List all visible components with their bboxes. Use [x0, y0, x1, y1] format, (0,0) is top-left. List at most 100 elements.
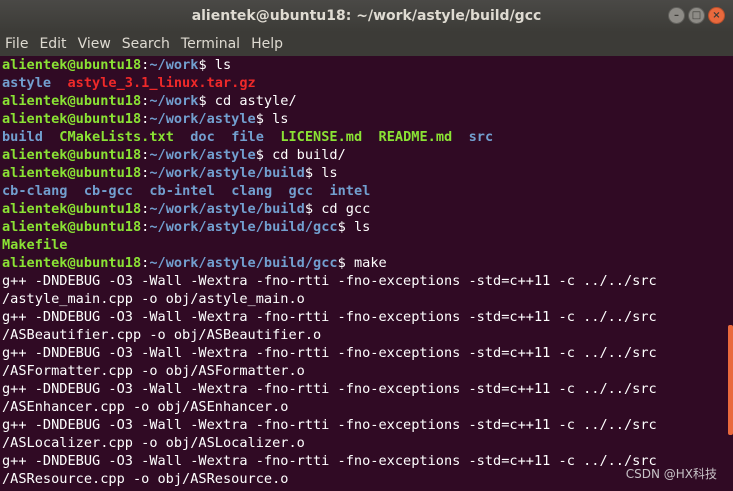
prompt-user-host: alientek@ubuntu18: [2, 165, 142, 181]
directory-entry: astyle: [2, 75, 52, 91]
directory-entry: file: [231, 129, 264, 145]
archive-entry: astyle_3.1_linux.tar.gz: [67, 75, 256, 91]
directory-entry: src: [468, 129, 494, 145]
terminal-text: $ make: [337, 255, 387, 271]
scrollbar-thumb[interactable]: [728, 325, 733, 435]
prompt-user-host: alientek@ubuntu18: [2, 93, 142, 109]
prompt-user-host: alientek@ubuntu18: [2, 147, 142, 163]
prompt-path: ~/work: [149, 57, 199, 73]
terminal-line: Makefile: [2, 236, 731, 254]
prompt-user-host: alientek@ubuntu18: [2, 219, 142, 235]
terminal-text: g++ -DNDEBUG -O3 -Wall -Wextra -fno-rtti…: [2, 381, 657, 397]
terminal-line: g++ -DNDEBUG -O3 -Wall -Wextra -fno-rtti…: [2, 380, 731, 398]
terminal-line: alientek@ubuntu18:~/work/astyle/build/gc…: [2, 218, 731, 236]
terminal-text: g++ -DNDEBUG -O3 -Wall -Wextra -fno-rtti…: [2, 453, 657, 469]
terminal-line: /ASBeautifier.cpp -o obj/ASBeautifier.o: [2, 326, 731, 344]
prompt-user-host: alientek@ubuntu18: [2, 255, 142, 271]
prompt-user-host: alientek@ubuntu18: [2, 201, 142, 217]
terminal-text: /ASBeautifier.cpp -o obj/ASBeautifier.o: [2, 327, 322, 343]
menu-edit[interactable]: Edit: [39, 36, 66, 52]
terminal-text: /ASEnhancer.cpp -o obj/ASEnhancer.o: [2, 399, 289, 415]
menu-bar: File Edit View Search Terminal Help: [0, 32, 733, 56]
terminal-line: alientek@ubuntu18:~/work$ ls: [2, 56, 731, 74]
menu-file[interactable]: File: [5, 36, 28, 52]
prompt-path: ~/work/astyle/build: [149, 165, 305, 181]
terminal-text: $ ls: [304, 165, 338, 181]
terminal-line: g++ -DNDEBUG -O3 -Wall -Wextra -fno-rtti…: [2, 272, 731, 290]
prompt-path: ~/work/astyle/build/gcc: [149, 219, 338, 235]
terminal-line: cb-clang cb-gcc cb-intel clang gcc intel: [2, 182, 731, 200]
directory-entry: intel: [329, 183, 371, 199]
file-entry: README.md: [378, 129, 453, 145]
terminal-line: alientek@ubuntu18:~/work/astyle/build$ l…: [2, 164, 731, 182]
terminal-text: /ASFormatter.cpp -o obj/ASFormatter.o: [2, 363, 305, 379]
terminal-line: alientek@ubuntu18:~/work/astyle/build$ c…: [2, 200, 731, 218]
terminal-text: $ cd astyle/: [198, 93, 297, 109]
directory-entry: doc: [190, 129, 215, 145]
prompt-path: ~/work: [149, 93, 199, 109]
directory-entry: build: [2, 129, 43, 145]
terminal-line: g++ -DNDEBUG -O3 -Wall -Wextra -fno-rtti…: [2, 308, 731, 326]
close-icon: ×: [712, 9, 721, 21]
directory-entry: gcc: [288, 183, 314, 199]
directory-entry: cb-intel: [149, 183, 215, 199]
minimize-button[interactable]: –: [668, 7, 685, 24]
maximize-button[interactable]: □: [688, 7, 705, 24]
terminal-text: /ASLocalizer.cpp -o obj/ASLocalizer.o: [2, 435, 305, 451]
file-entry: Makefile: [2, 237, 68, 253]
terminal-line: alientek@ubuntu18:~/work/astyle$ cd buil…: [2, 146, 731, 164]
terminal-text: /ASResource.cpp -o obj/ASResource.o: [2, 471, 289, 487]
watermark: CSDN @HX科技: [625, 467, 717, 481]
directory-entry: clang: [231, 183, 273, 199]
prompt-user-host: alientek@ubuntu18: [2, 57, 142, 73]
title-bar[interactable]: alientek@ubuntu18: ~/work/astyle/build/g…: [0, 0, 733, 32]
prompt-path: ~/work/astyle: [149, 147, 256, 163]
directory-entry: cb-clang: [2, 183, 68, 199]
menu-search[interactable]: Search: [122, 36, 170, 52]
terminal-text: g++ -DNDEBUG -O3 -Wall -Wextra -fno-rtti…: [2, 417, 657, 433]
prompt-path: ~/work/astyle/build: [149, 201, 305, 217]
menu-view[interactable]: View: [78, 36, 111, 52]
window-controls: – □ ×: [668, 7, 725, 24]
menu-help[interactable]: Help: [251, 36, 283, 52]
menu-terminal[interactable]: Terminal: [181, 36, 240, 52]
terminal-line: astyle astyle_3.1_linux.tar.gz: [2, 74, 731, 92]
terminal-output[interactable]: alientek@ubuntu18:~/work$ ls astyle astyl…: [2, 56, 731, 491]
terminal-line: alientek@ubuntu18:~/work$ cd astyle/: [2, 92, 731, 110]
terminal-text: g++ -DNDEBUG -O3 -Wall -Wextra -fno-rtti…: [2, 309, 657, 325]
file-entry: LICENSE.md: [280, 129, 363, 145]
terminal-line: build CMakeLists.txt doc file LICENSE.md…: [2, 128, 731, 146]
prompt-user-host: alientek@ubuntu18: [2, 111, 142, 127]
terminal-line: alientek@ubuntu18:~/work/astyle/build/gc…: [2, 254, 731, 272]
terminal-line: /ASResource.cpp -o obj/ASResource.o: [2, 470, 731, 488]
prompt-path: ~/work/astyle: [149, 111, 256, 127]
terminal-text: g++ -DNDEBUG -O3 -Wall -Wextra -fno-rtti…: [2, 345, 657, 361]
terminal-line: g++ -DNDEBUG -O3 -Wall -Wextra -fno-rtti…: [2, 344, 731, 362]
terminal-line: /ASEnhancer.cpp -o obj/ASEnhancer.o: [2, 398, 731, 416]
prompt-path: ~/work/astyle/build/gcc: [149, 255, 338, 271]
terminal-line: /ASLocalizer.cpp -o obj/ASLocalizer.o: [2, 434, 731, 452]
terminal-text: $ cd gcc: [304, 201, 371, 217]
terminal-text: g++ -DNDEBUG -O3 -Wall -Wextra -fno-rtti…: [2, 273, 657, 289]
terminal-text: $ ls: [337, 219, 371, 235]
file-entry: CMakeLists.txt: [59, 129, 174, 145]
terminal-line: g++ -DNDEBUG -O3 -Wall -Wextra -fno-rtti…: [2, 416, 731, 434]
terminal-text: $ ls: [255, 111, 289, 127]
terminal-text: $ cd build/: [255, 147, 346, 163]
terminal-line: alientek@ubuntu18:~/work/astyle$ ls: [2, 110, 731, 128]
maximize-icon: □: [691, 9, 702, 21]
close-button[interactable]: ×: [708, 7, 725, 24]
terminal-text: /astyle_main.cpp -o obj/astyle_main.o: [2, 291, 305, 307]
